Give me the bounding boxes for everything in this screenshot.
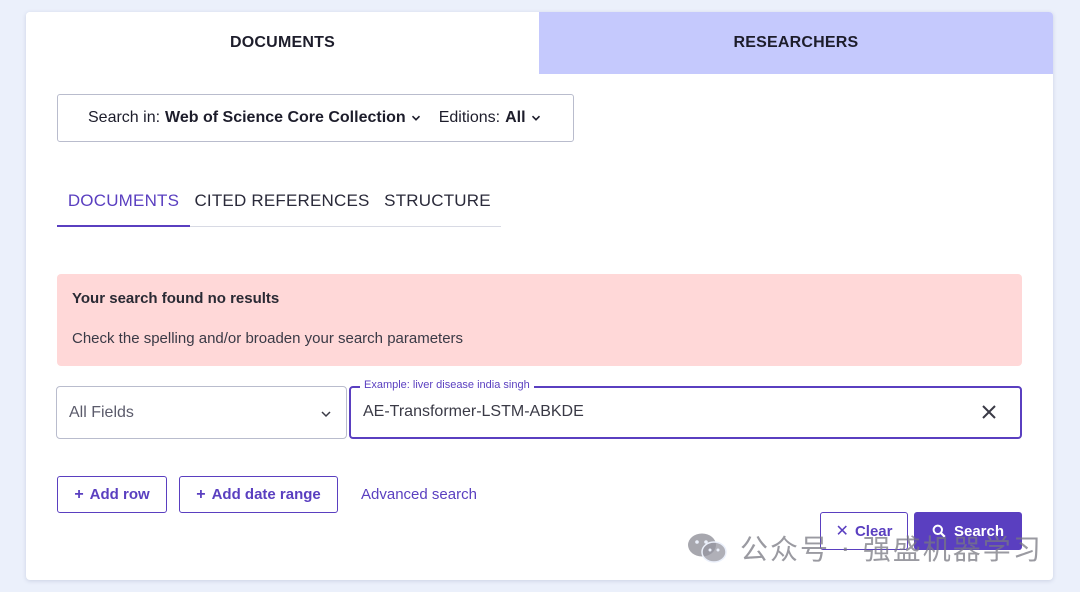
editions-label: Editions: [438, 109, 501, 126]
watermark-text: 公众号 · 强盛机器学习 [740, 533, 1043, 566]
editions-value: All [505, 109, 526, 126]
tab-documents-search[interactable]: DOCUMENTS [57, 188, 190, 227]
tab-cited-references[interactable]: CITED REFERENCES [190, 188, 374, 227]
field-select-value: All Fields [69, 403, 134, 421]
search-card: DOCUMENTS RESEARCHERS Search in: Web of … [26, 12, 1053, 580]
query-field-container: Example: liver disease india singh [349, 379, 1022, 439]
plus-icon: + [74, 485, 84, 503]
add-date-range-button[interactable]: + Add date range [179, 476, 338, 513]
watermark: 公众号 · 强盛机器学习 [686, 528, 1043, 568]
chevron-down-icon [531, 115, 540, 121]
search-in-label: Search in: [88, 109, 161, 126]
plus-icon: + [196, 485, 206, 503]
chevron-down-icon [411, 115, 420, 121]
alert-title: Your search found no results [72, 290, 280, 307]
close-icon[interactable] [980, 403, 998, 421]
collection-value: Web of Science Core Collection [165, 109, 406, 126]
editions-dropdown[interactable]: All [505, 109, 540, 127]
top-tab-bar: DOCUMENTS RESEARCHERS [26, 12, 1053, 74]
collection-dropdown[interactable]: Web of Science Core Collection [165, 109, 421, 127]
tab-documents[interactable]: DOCUMENTS [26, 12, 539, 74]
add-row-button[interactable]: + Add row [57, 476, 167, 513]
alert-message: Check the spelling and/or broaden your s… [72, 330, 464, 347]
query-input[interactable] [363, 401, 963, 423]
advanced-search-link[interactable]: Advanced search [361, 486, 477, 503]
chevron-down-icon [321, 411, 331, 418]
search-type-tabs: DOCUMENTS CITED REFERENCES STRUCTURE [57, 188, 501, 227]
add-row-label: Add row [89, 486, 150, 503]
tab-structure[interactable]: STRUCTURE [374, 188, 501, 227]
tab-researchers[interactable]: RESEARCHERS [539, 12, 1053, 74]
query-example-hint: Example: liver disease india singh [360, 379, 534, 391]
add-date-range-label: Add date range [211, 486, 321, 503]
wechat-logo-icon [688, 533, 727, 563]
field-select[interactable]: All Fields [56, 386, 347, 439]
search-scope-bar: Search in: Web of Science Core Collectio… [57, 94, 574, 142]
no-results-alert: Your search found no results Check the s… [57, 274, 1022, 366]
